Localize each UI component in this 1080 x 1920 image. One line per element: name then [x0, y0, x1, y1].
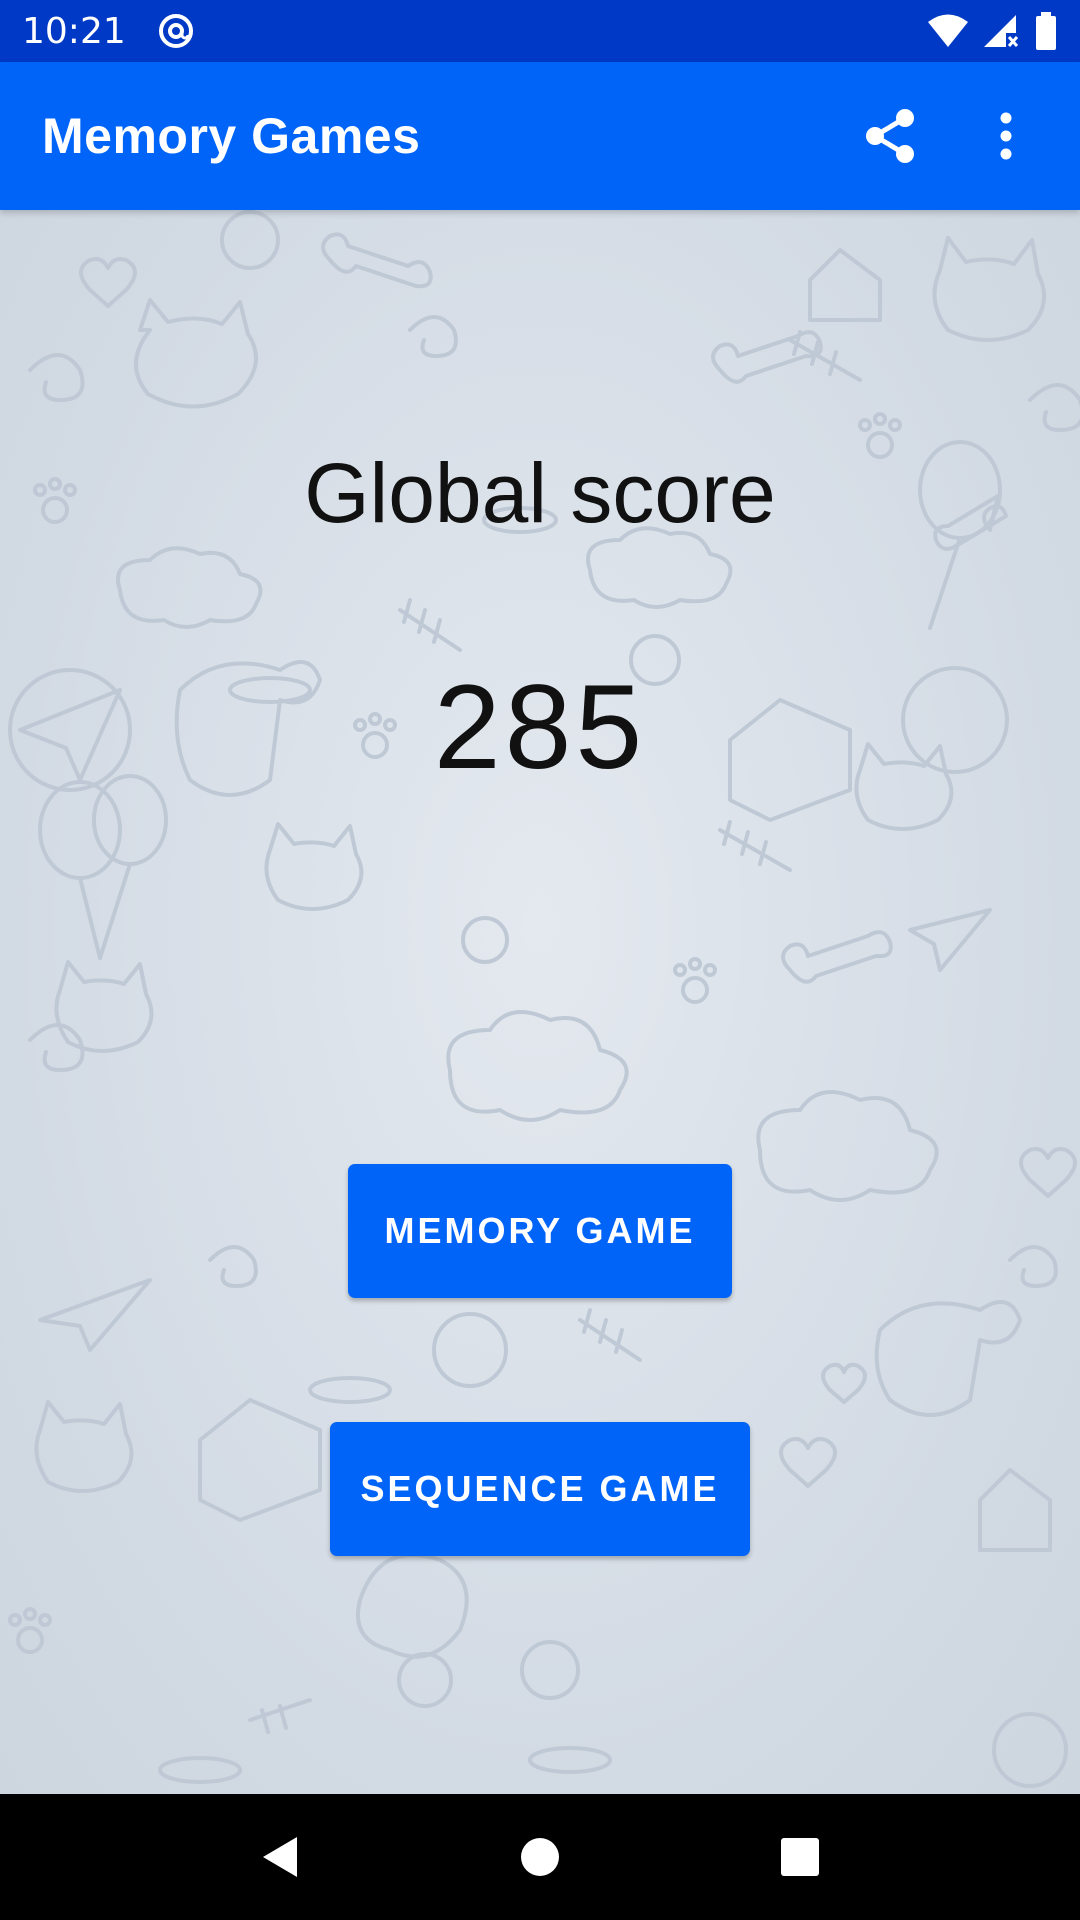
global-score-title: Global score [304, 446, 776, 540]
status-bar: 10:21 [0, 0, 1080, 62]
home-button[interactable] [500, 1817, 580, 1897]
back-icon [263, 1837, 297, 1877]
navigation-bar [0, 1794, 1080, 1920]
status-time: 10:21 [22, 10, 126, 52]
share-button[interactable] [858, 104, 922, 168]
memory-game-button-label: MEMORY GAME [384, 1210, 696, 1251]
sequence-game-button-label: SEQUENCE GAME [360, 1468, 720, 1509]
screen: 10:21 Memory Games Global score 285 MEMO… [0, 0, 1080, 1920]
recents-icon [781, 1838, 819, 1876]
at-sign-icon [158, 14, 193, 48]
app-title: Memory Games [42, 108, 421, 164]
main-content: Global score 285 MEMORY GAME SEQUENCE GA… [0, 210, 1080, 1794]
signal-icon [984, 15, 1019, 47]
wifi-icon [928, 14, 968, 47]
global-score-value: 285 [433, 660, 647, 794]
memory-game-button[interactable]: MEMORY GAME [348, 1164, 732, 1298]
back-button[interactable] [240, 1817, 320, 1897]
share-icon [866, 109, 914, 163]
sequence-game-button[interactable]: SEQUENCE GAME [330, 1422, 750, 1556]
more-options-button[interactable] [974, 104, 1038, 168]
recents-button[interactable] [760, 1817, 840, 1897]
battery-icon [1036, 12, 1056, 50]
status-icons [928, 12, 1058, 50]
more-vert-icon [1000, 112, 1012, 160]
home-icon [521, 1838, 559, 1876]
app-bar: Memory Games [0, 62, 1080, 210]
app-bar-actions [858, 104, 1038, 168]
